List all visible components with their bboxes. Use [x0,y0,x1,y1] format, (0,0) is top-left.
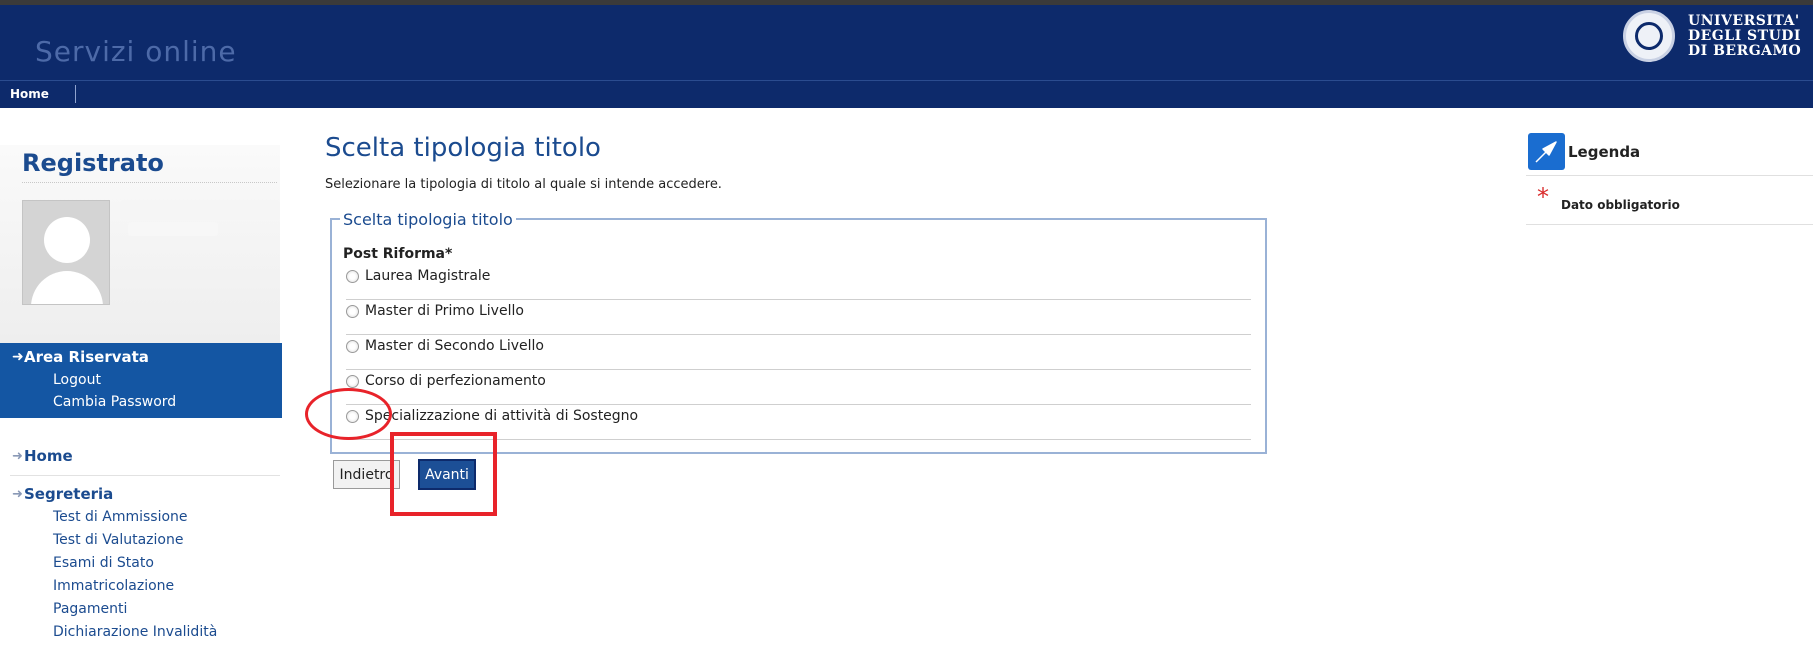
option-label[interactable]: Corso di perfezionamento [365,373,546,389]
option-label[interactable]: Master di Secondo Livello [365,338,544,354]
sidebar-link-test-ammissione[interactable]: Test di Ammissione [53,509,188,525]
logo-line: DI BERGAMO [1688,43,1802,59]
legend-icon [1528,133,1565,170]
logout-link[interactable]: Logout [53,372,101,388]
sidebar-link-test-valutazione[interactable]: Test di Valutazione [53,532,183,548]
avatar-body [31,271,103,304]
nav-separator [75,85,76,103]
sidebar-link-immatricolazione[interactable]: Immatricolazione [53,578,174,594]
sidebar-item-segreteria[interactable]: Segreteria [24,485,113,503]
radio-laurea-magistrale[interactable] [346,270,359,283]
radio-master-primo-livello[interactable] [346,305,359,318]
divider [22,182,277,183]
option-row[interactable]: Laurea Magistrale [346,264,1251,300]
option-row[interactable]: Master di Primo Livello [346,299,1251,335]
radio-corso-perfezionamento[interactable] [346,375,359,388]
avatar-head [44,217,90,263]
option-label[interactable]: Specializzazione di attività di Sostegno [365,408,638,424]
user-status-title: Registrato [22,149,164,177]
arrow-right-icon: ➜ [12,349,24,365]
arrow-right-icon: ➜ [12,449,23,464]
site-title: Servizi online [35,35,237,68]
change-password-link[interactable]: Cambia Password [53,394,176,410]
annotation-circle [305,388,392,440]
legend-item-label: Dato obbligatorio [1561,198,1680,212]
page-intro: Selezionare la tipologia di titolo al qu… [325,177,722,192]
area-riservata-title[interactable]: Area Riservata [24,348,149,366]
fieldset-legend: Scelta tipologia titolo [340,210,516,229]
option-row[interactable]: Master di Secondo Livello [346,334,1251,370]
redacted-user-name [120,200,280,220]
logo-line: UNIVERSITA' [1688,13,1800,29]
annotation-rectangle [390,432,497,516]
divider [10,475,280,476]
option-label[interactable]: Master di Primo Livello [365,303,524,319]
required-asterisk-icon: * [1537,183,1549,211]
divider [1526,175,1813,176]
redacted-user-detail [128,222,218,236]
sidebar-link-esami-stato[interactable]: Esami di Stato [53,555,154,571]
radio-master-secondo-livello[interactable] [346,340,359,353]
arrow-right-icon: ➜ [12,487,23,502]
university-logo-text[interactable]: UNIVERSITA' DEGLI STUDI DI BERGAMO [1688,14,1801,59]
avatar [22,200,110,305]
group-label: Post Riforma* [343,246,453,262]
university-seal-icon[interactable] [1623,10,1675,62]
option-label[interactable]: Laurea Magistrale [365,268,490,284]
page-title: Scelta tipologia titolo [325,133,601,163]
option-row[interactable]: Corso di perfezionamento [346,369,1251,405]
sidebar-item-home[interactable]: Home [24,447,73,465]
nav-home-link[interactable]: Home [10,87,49,101]
sidebar-link-dichiarazione-invalidita[interactable]: Dichiarazione Invalidità [53,624,217,640]
site-header: Servizi online [0,5,1813,80]
divider [1526,224,1813,225]
legend-title: Legenda [1568,143,1641,161]
sidebar-link-pagamenti[interactable]: Pagamenti [53,601,127,617]
logo-line: DEGLI STUDI [1688,28,1801,44]
top-nav: Home [0,80,1813,108]
